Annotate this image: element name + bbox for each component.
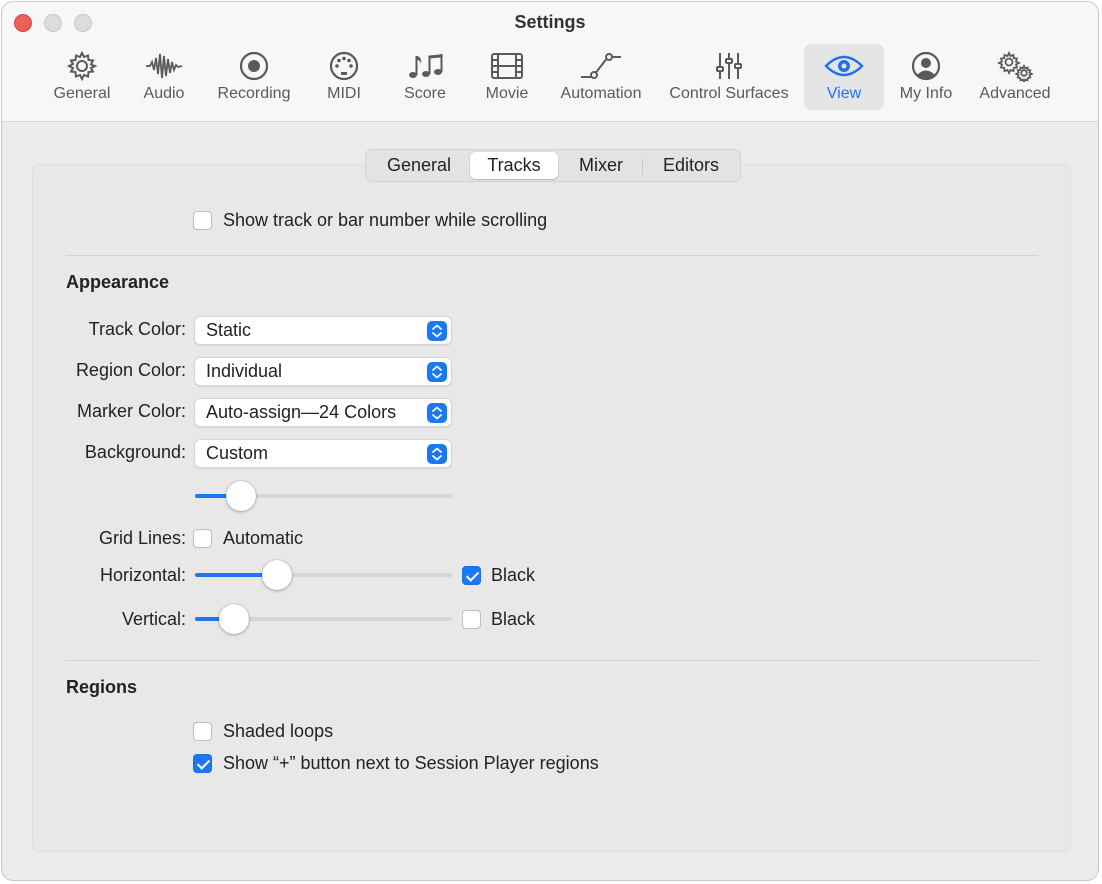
show-plus-button-checkbox[interactable] [193, 754, 212, 773]
toolbar-item-movie[interactable]: Movie [476, 44, 538, 110]
toolbar-label: General [53, 85, 111, 102]
marker-color-label: Marker Color: [76, 401, 186, 421]
tab-tracks[interactable]: Tracks [470, 152, 558, 179]
gears-icon [996, 50, 1034, 82]
settings-window: Settings General Audio Recording MIDI Sc… [1, 1, 1099, 881]
sliders-icon [716, 53, 742, 79]
tab-editors[interactable]: Editors [644, 152, 738, 179]
automation-curve-icon [581, 53, 621, 79]
chevron-up-down-icon [427, 403, 447, 423]
midi-port-icon [329, 51, 359, 81]
show-bar-number-checkbox[interactable] [193, 211, 212, 230]
divider [66, 255, 1038, 256]
vertical-grid-slider[interactable] [195, 604, 452, 634]
divider [66, 660, 1038, 661]
region-color-label: Region Color: [75, 360, 186, 380]
toolbar: Settings General Audio Recording MIDI Sc… [2, 2, 1098, 122]
settings-panel [32, 164, 1071, 852]
shaded-loops-checkbox[interactable] [193, 722, 212, 741]
vertical-label: Vertical: [121, 609, 186, 629]
toolbar-label: View [826, 85, 862, 102]
toolbar-item-audio[interactable]: Audio [134, 44, 194, 110]
regions-heading: Regions [66, 677, 138, 697]
film-icon [491, 53, 523, 79]
toolbar-item-control-surfaces[interactable]: Control Surfaces [662, 44, 796, 110]
toolbar-label: Movie [485, 85, 529, 102]
vertical-black-label: Black [491, 609, 536, 629]
tracks-tab-bar: General Tracks Mixer Editors [365, 149, 741, 182]
grid-lines-label: Grid Lines: [98, 528, 186, 548]
show-plus-button-label: Show “+” button next to Session Player r… [223, 753, 599, 773]
horizontal-black-label: Black [491, 565, 536, 585]
appearance-heading: Appearance [66, 272, 170, 292]
slider-knob[interactable] [219, 604, 249, 634]
waveform-icon [146, 53, 183, 79]
shaded-loops-label: Shaded loops [223, 721, 334, 741]
window-title: Settings [514, 12, 586, 32]
gear-icon [66, 50, 98, 82]
background-label: Background: [84, 442, 186, 462]
background-brightness-slider[interactable] [195, 481, 452, 511]
slider-knob[interactable] [226, 481, 256, 511]
eye-icon [824, 55, 864, 77]
toolbar-item-advanced[interactable]: Advanced [972, 44, 1058, 110]
tab-divider [642, 158, 643, 175]
record-icon [239, 51, 269, 81]
horizontal-label: Horizontal: [99, 565, 186, 585]
show-bar-number-label: Show track or bar number while scrolling [223, 210, 548, 230]
chevron-up-down-icon [427, 444, 447, 464]
region-color-value: Individual [206, 361, 283, 381]
toolbar-label: Control Surfaces [669, 85, 789, 102]
region-color-popup[interactable]: Individual [194, 357, 452, 386]
track-color-label: Track Color: [88, 319, 186, 339]
toolbar-label: My Info [899, 85, 953, 102]
grid-automatic-label: Automatic [223, 528, 304, 548]
toolbar-item-score[interactable]: Score [396, 44, 454, 110]
toolbar-label: Score [404, 85, 446, 102]
toolbar-item-recording[interactable]: Recording [210, 44, 298, 110]
toolbar-item-midi[interactable]: MIDI [316, 44, 372, 110]
vertical-black-checkbox[interactable] [462, 610, 481, 629]
chevron-up-down-icon [427, 362, 447, 382]
horizontal-black-checkbox[interactable] [462, 566, 481, 585]
toolbar-item-general[interactable]: General [46, 44, 118, 110]
slider-knob[interactable] [262, 560, 292, 590]
toolbar-item-view[interactable]: View [804, 44, 884, 110]
person-circle-icon [911, 51, 941, 81]
track-color-value: Static [206, 320, 252, 340]
toolbar-item-my-info[interactable]: My Info [892, 44, 960, 110]
marker-color-value: Auto-assign—24 Colors [206, 402, 397, 422]
background-popup[interactable]: Custom [194, 439, 452, 468]
tab-general[interactable]: General [369, 152, 469, 179]
grid-automatic-checkbox[interactable] [193, 529, 212, 548]
track-color-popup[interactable]: Static [194, 316, 452, 345]
toolbar-label: Audio [143, 85, 185, 102]
tab-mixer[interactable]: Mixer [560, 152, 642, 179]
chevron-up-down-icon [427, 321, 447, 341]
marker-color-popup[interactable]: Auto-assign—24 Colors [194, 398, 452, 427]
background-value: Custom [206, 443, 269, 463]
horizontal-grid-slider[interactable] [195, 560, 452, 590]
toolbar-label: Automation [560, 85, 642, 102]
toolbar-item-automation[interactable]: Automation [554, 44, 648, 110]
music-notes-icon [409, 54, 443, 78]
toolbar-label: Advanced [979, 85, 1051, 102]
toolbar-label: Recording [217, 85, 291, 102]
toolbar-label: MIDI [327, 85, 361, 102]
